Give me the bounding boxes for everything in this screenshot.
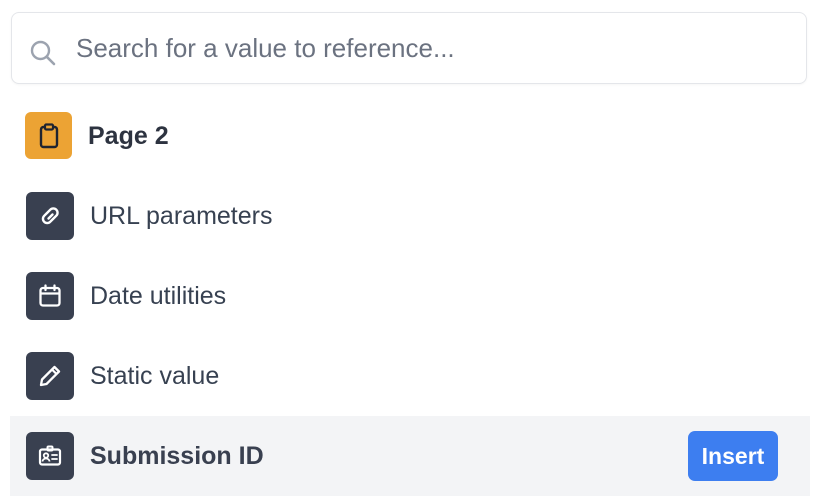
search-box[interactable] xyxy=(11,12,807,84)
search-input[interactable] xyxy=(76,23,796,73)
value-reference-picker: Page 2 URL parameters Dat xyxy=(0,0,818,498)
list-item-label: Static value xyxy=(90,362,220,390)
pencil-icon xyxy=(26,352,74,400)
link-icon xyxy=(26,192,74,240)
insert-button[interactable]: Insert xyxy=(688,431,778,481)
reference-list: Page 2 URL parameters Date utilities Sta… xyxy=(10,96,810,496)
id-card-icon xyxy=(26,432,74,480)
list-item-submission-id[interactable]: Submission ID Insert xyxy=(10,416,810,496)
list-item-page-2[interactable]: Page 2 xyxy=(10,96,810,176)
calendar-icon xyxy=(26,272,74,320)
search-icon xyxy=(30,40,56,66)
list-item-label: Page 2 xyxy=(88,122,169,150)
list-item-label: Date utilities xyxy=(90,282,227,310)
list-item-url-parameters[interactable]: URL parameters xyxy=(10,176,810,256)
list-item-date-utilities[interactable]: Date utilities xyxy=(10,256,810,336)
list-item-label: Submission ID xyxy=(90,442,264,470)
list-item-static-value[interactable]: Static value xyxy=(10,336,810,416)
list-item-label: URL parameters xyxy=(90,202,273,230)
clipboard-icon xyxy=(25,112,72,159)
